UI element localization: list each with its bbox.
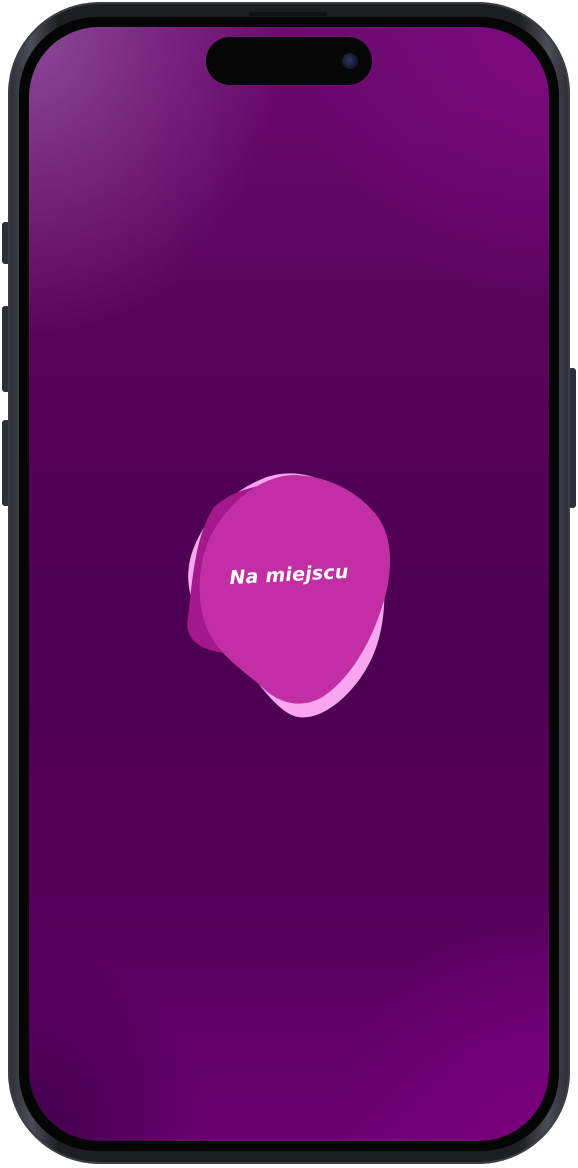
blob-logo-icon	[187, 473, 391, 718]
app-screenshot: Na miejscu	[0, 0, 578, 1168]
splash-screen: Na miejscu	[29, 27, 549, 1141]
camera-lens-icon	[342, 53, 358, 69]
speaker-grille	[249, 12, 327, 16]
app-logo[interactable]: Na miejscu	[184, 467, 404, 727]
dynamic-island	[206, 37, 372, 85]
